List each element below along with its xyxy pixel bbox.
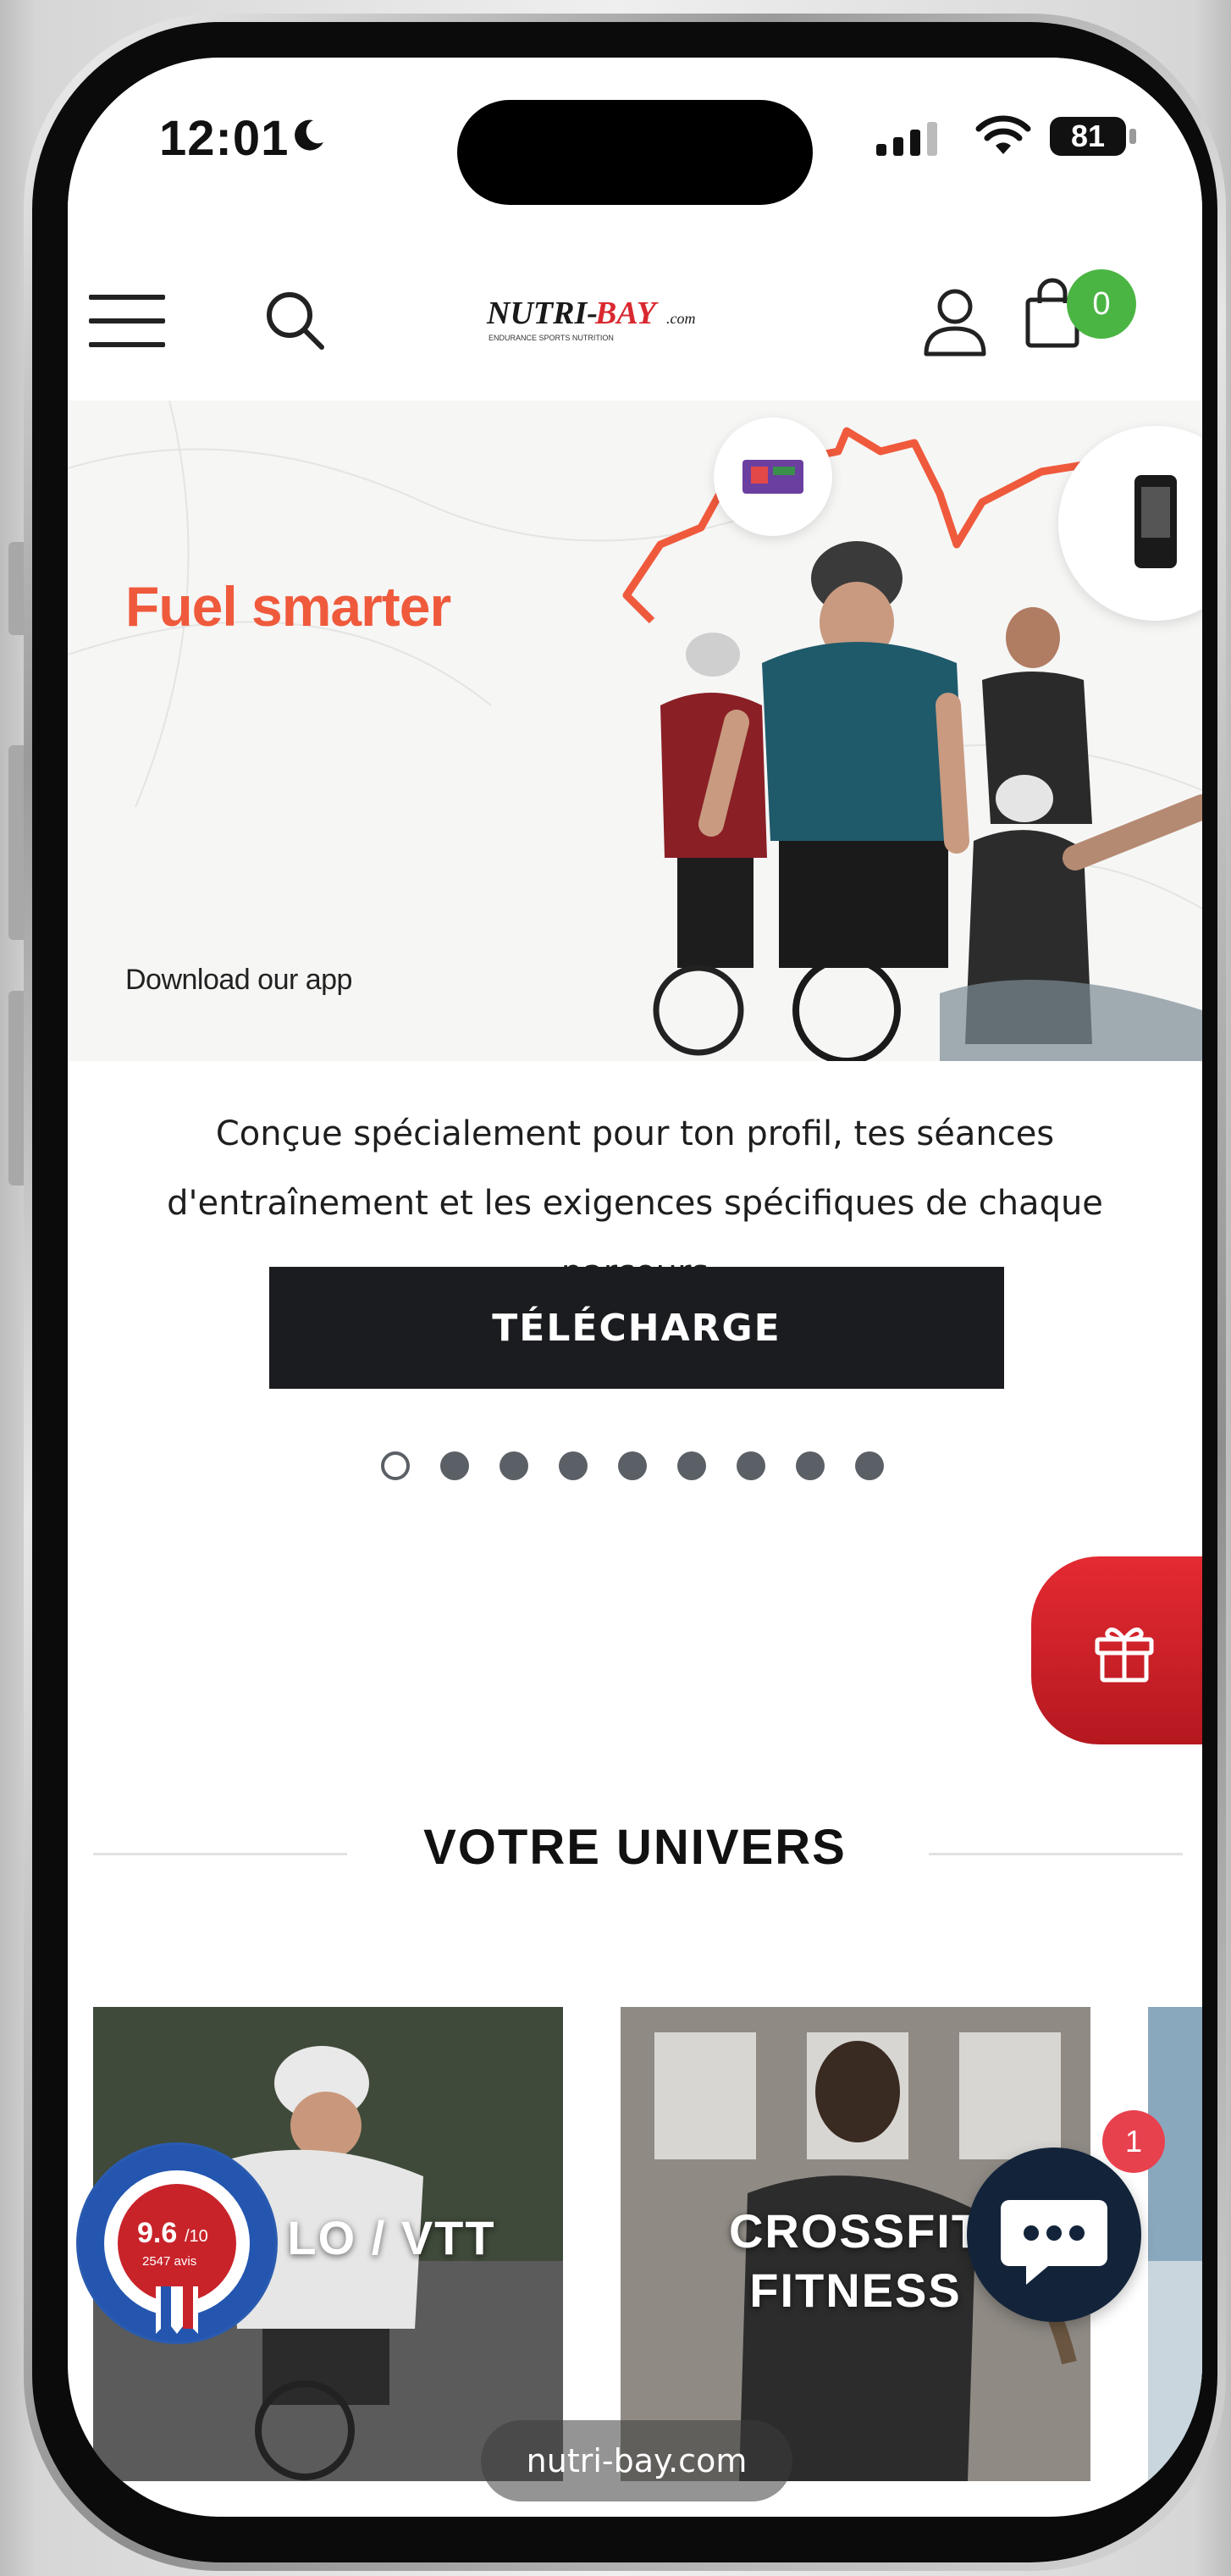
- hero-subtitle: Download our app: [125, 964, 352, 996]
- chat-notification-badge: 1: [1102, 2110, 1165, 2173]
- review-badge[interactable]: 9.6 /10 2547 avis: [76, 2142, 278, 2344]
- browser-url-bar[interactable]: nutri-bay.com: [481, 2420, 792, 2501]
- signal-icon: [876, 122, 937, 156]
- review-scale: /10: [185, 2227, 208, 2246]
- svg-text:.com: .com: [666, 310, 696, 327]
- svg-text:ENDURANCE SPORTS NUTRITION: ENDURANCE SPORTS NUTRITION: [489, 334, 614, 342]
- section-title: VOTRE UNIVERS: [423, 1820, 847, 1875]
- hero-banner[interactable]: Fuel smarter Download our app: [68, 401, 1202, 1061]
- carousel-dot[interactable]: [855, 1451, 884, 1480]
- status-bar: 12:01 81: [68, 58, 1202, 210]
- carousel-dots: [381, 1451, 884, 1485]
- carousel-dot[interactable]: [381, 1451, 410, 1480]
- review-score: 9.6: [137, 2217, 178, 2249]
- chat-button[interactable]: [967, 2148, 1141, 2322]
- chat-icon: [1001, 2200, 1107, 2285]
- carousel-dot[interactable]: [440, 1451, 469, 1480]
- app-badge-phone-icon: [1058, 426, 1202, 621]
- battery-tip: [1129, 129, 1136, 144]
- hero-image: [68, 401, 1202, 1061]
- logo-mark: NUTRI- BAY .com ENDURANCE SPORTS NUTRITI…: [486, 296, 696, 342]
- phone-screen: 12:01 81 NUTRI- BAY .com ENDURANCE SPORT…: [68, 58, 1202, 2517]
- svg-text:BAY: BAY: [594, 296, 660, 331]
- category-card-next[interactable]: [1148, 2007, 1202, 2481]
- dynamic-island: [457, 100, 813, 205]
- moon-icon: [295, 119, 323, 151]
- download-button[interactable]: TÉLÉCHARGE: [269, 1267, 1004, 1389]
- wifi-icon: [975, 115, 1031, 154]
- carousel-dot[interactable]: [677, 1451, 706, 1480]
- site-header: NUTRI- BAY .com ENDURANCE SPORTS NUTRITI…: [68, 210, 1202, 401]
- carousel-dot[interactable]: [559, 1451, 588, 1480]
- status-time: 12:01: [159, 111, 290, 166]
- review-count: 2547 avis: [142, 2254, 197, 2269]
- next-card-image: [1148, 2007, 1202, 2481]
- gift-button[interactable]: [1031, 1556, 1202, 1744]
- app-badge-product-icon: [714, 417, 832, 536]
- section-divider-right: [929, 1853, 1183, 1855]
- carousel-dot[interactable]: [500, 1451, 528, 1480]
- svg-text:NUTRI-: NUTRI-: [486, 296, 598, 331]
- carousel-dot[interactable]: [737, 1451, 765, 1480]
- menu-icon[interactable]: [89, 295, 165, 347]
- battery-indicator: 81: [1050, 117, 1126, 156]
- carousel-dot[interactable]: [796, 1451, 825, 1480]
- search-icon[interactable]: [261, 286, 328, 354]
- carousel-dot[interactable]: [618, 1451, 647, 1480]
- site-logo[interactable]: NUTRI- BAY .com ENDURANCE SPORTS NUTRITI…: [478, 295, 800, 345]
- gift-icon: [1095, 1627, 1154, 1683]
- hero-title: Fuel smarter: [125, 575, 451, 638]
- account-icon[interactable]: [921, 286, 989, 357]
- cart-count-badge: 0: [1067, 269, 1136, 339]
